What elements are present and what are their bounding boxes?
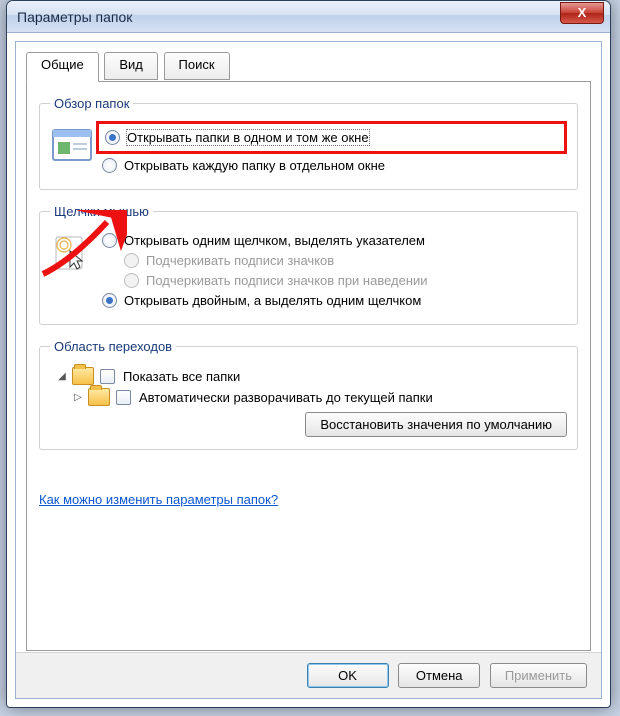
tree-caret-expand-icon[interactable]: ▷	[72, 391, 84, 403]
folder-icon	[88, 388, 110, 406]
checkbox-label: Показать все папки	[123, 369, 240, 384]
radio-label: Подчеркивать подписи значков	[146, 253, 334, 268]
tab-strip: Общие Вид Поиск	[26, 52, 601, 82]
nav-row-auto-expand: ▷ Автоматически разворачивать до текущей…	[72, 388, 567, 406]
annotation-highlight: Открывать папки в одном и том же окне	[96, 121, 567, 154]
radio-open-new-window[interactable]: Открывать каждую папку в отдельном окне	[100, 157, 567, 174]
radio-open-same-window[interactable]: Открывать папки в одном и том же окне	[103, 129, 560, 146]
cancel-button[interactable]: Отмена	[398, 663, 480, 688]
radio-single-click[interactable]: Открывать одним щелчком, выделять указат…	[100, 232, 567, 249]
window-title: Параметры папок	[17, 9, 560, 25]
radio-icon	[105, 130, 120, 145]
checkbox-auto-expand[interactable]	[116, 390, 131, 405]
titlebar[interactable]: Параметры папок X	[7, 1, 610, 33]
tree-caret-collapsed-icon[interactable]: ◢	[56, 370, 68, 382]
checkbox-show-all-folders[interactable]	[100, 369, 115, 384]
close-button[interactable]: X	[560, 2, 604, 24]
tab-general[interactable]: Общие	[26, 52, 99, 82]
radio-label: Открывать двойным, а выделять одним щелч…	[124, 293, 421, 308]
radio-icon	[102, 233, 117, 248]
radio-label: Открывать папки в одном и том же окне	[127, 130, 369, 145]
group-legend: Щелчки мышью	[50, 204, 153, 219]
group-browse-folders: Обзор папок Открывать папки в од	[39, 96, 578, 190]
radio-icon	[124, 273, 139, 288]
help-link[interactable]: Как можно изменить параметры папок?	[39, 492, 278, 507]
click-behavior-icon	[50, 233, 94, 273]
tab-search[interactable]: Поиск	[164, 52, 230, 80]
tab-view[interactable]: Вид	[104, 52, 158, 80]
checkbox-label: Автоматически разворачивать до текущей п…	[139, 390, 433, 405]
radio-double-click[interactable]: Открывать двойным, а выделять одним щелч…	[100, 292, 567, 309]
dialog-window: Параметры папок X Общие Вид Поиск Обзор …	[6, 0, 611, 708]
group-legend: Область переходов	[50, 339, 176, 354]
group-legend: Обзор папок	[50, 96, 133, 111]
dialog-button-bar: OK Отмена Применить	[16, 652, 601, 698]
radio-underline-always: Подчеркивать подписи значков	[122, 252, 567, 269]
radio-icon	[102, 158, 117, 173]
tab-page-general: Обзор папок Открывать папки в од	[26, 81, 591, 651]
client-area: Общие Вид Поиск Обзор папок	[15, 41, 602, 699]
browse-folders-icon	[50, 125, 94, 165]
radio-underline-hover: Подчеркивать подписи значков при наведен…	[122, 272, 567, 289]
radio-label: Открывать одним щелчком, выделять указат…	[124, 233, 425, 248]
apply-button[interactable]: Применить	[490, 663, 587, 688]
ok-button[interactable]: OK	[307, 663, 389, 688]
group-click-behavior: Щелчки мышью Открывать одним щелчком, вы…	[39, 204, 578, 325]
radio-label: Открывать каждую папку в отдельном окне	[124, 158, 385, 173]
radio-icon	[102, 293, 117, 308]
radio-label: Подчеркивать подписи значков при наведен…	[146, 273, 428, 288]
close-icon: X	[578, 5, 587, 20]
folder-icon	[72, 367, 94, 385]
radio-icon	[124, 253, 139, 268]
group-navigation-pane: Область переходов ◢ Показать все папки ▷…	[39, 339, 578, 450]
nav-row-show-all: ◢ Показать все папки	[56, 367, 567, 385]
restore-defaults-button[interactable]: Восстановить значения по умолчанию	[305, 412, 567, 437]
